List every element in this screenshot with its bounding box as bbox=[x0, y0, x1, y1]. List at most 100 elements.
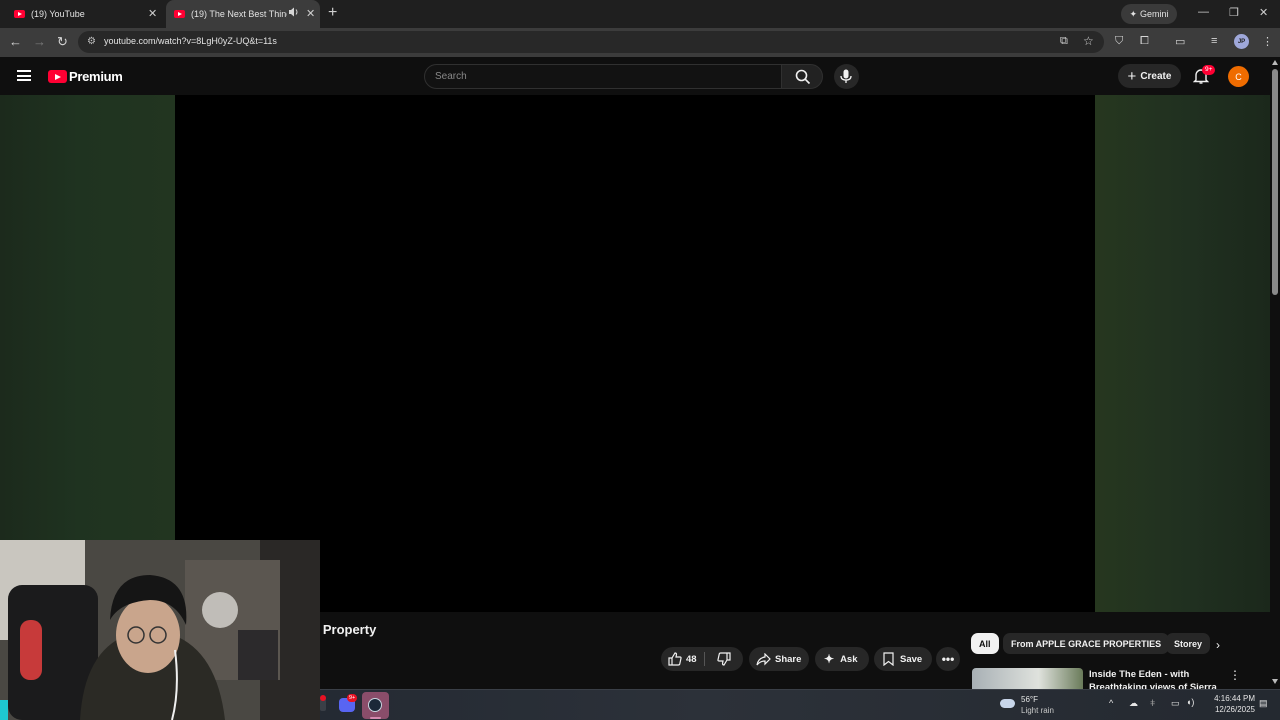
search-icon bbox=[795, 69, 811, 85]
scrollbar-thumb[interactable] bbox=[1272, 69, 1278, 295]
more-horizontal-icon: ••• bbox=[941, 652, 955, 666]
ask-label: Ask bbox=[840, 653, 858, 665]
hamburger-menu-icon[interactable] bbox=[17, 70, 31, 81]
notification-center-icon[interactable]: ▤ bbox=[1259, 698, 1268, 709]
restore-window-button[interactable]: ❐ bbox=[1229, 6, 1239, 19]
more-menu-icon[interactable]: ⋮ bbox=[1262, 35, 1273, 48]
dislike-button[interactable] bbox=[705, 647, 743, 671]
show-hidden-icons-chevron-icon[interactable]: ^ bbox=[1109, 698, 1113, 708]
recommendation-thumbnail[interactable] bbox=[972, 668, 1083, 689]
more-actions-button[interactable]: ••• bbox=[936, 647, 960, 671]
gemini-label: Gemini bbox=[1140, 9, 1169, 19]
volume-icon[interactable]: ◖) bbox=[1186, 697, 1194, 707]
reload-icon[interactable]: ↻ bbox=[57, 34, 68, 50]
steam-logo bbox=[368, 698, 382, 712]
search-placeholder: Search bbox=[435, 71, 467, 82]
sparkle-icon: ✦ bbox=[824, 652, 835, 666]
clock-time: 4:16:44 PM bbox=[1214, 694, 1255, 703]
save-label: Save bbox=[900, 653, 923, 665]
site-info-icon[interactable]: ⚙ bbox=[87, 36, 96, 47]
search-button[interactable] bbox=[781, 64, 823, 89]
voice-search-button[interactable] bbox=[834, 64, 859, 89]
logo-text: Premium bbox=[69, 69, 123, 84]
minimize-window-button[interactable]: — bbox=[1198, 6, 1209, 18]
like-button[interactable]: 48 bbox=[661, 647, 704, 671]
recommendation-menu-icon[interactable]: ⋮ bbox=[1229, 668, 1241, 682]
ambient-glow-right bbox=[1095, 95, 1270, 612]
tab-title: (19) YouTube bbox=[31, 9, 85, 19]
shield-extension-icon[interactable]: ⛉ bbox=[1115, 35, 1123, 48]
url-text[interactable]: youtube.com/watch?v=8LgH0yZ-UQ&t=11s bbox=[104, 36, 277, 46]
close-tab-icon[interactable]: ✕ bbox=[148, 7, 157, 20]
weather-widget[interactable]: 56°F Light rain bbox=[1000, 693, 1090, 717]
weather-description: Light rain bbox=[1021, 706, 1054, 715]
ask-button[interactable]: ✦ Ask bbox=[815, 647, 869, 671]
address-bar[interactable]: ⚙ youtube.com/watch?v=8LgH0yZ-UQ&t=11s ⧉… bbox=[78, 31, 1104, 53]
browser-toolbar: ← → ↻ ⚙ youtube.com/watch?v=8LgH0yZ-UQ&t… bbox=[0, 28, 1280, 57]
youtube-favicon-icon bbox=[174, 10, 185, 18]
close-tab-icon[interactable]: ✕ bbox=[306, 7, 315, 20]
webcam-overlay bbox=[0, 540, 320, 720]
clock[interactable]: 4:16:44 PM 12/26/2025 bbox=[1205, 694, 1255, 714]
related-filter-chips: All From APPLE GRACE PROPERTIES Storey bbox=[971, 633, 1240, 655]
scroll-up-arrow-icon[interactable] bbox=[1272, 60, 1278, 65]
profile-initials: JP bbox=[1237, 38, 1246, 45]
youtube-premium-logo[interactable]: Premium bbox=[48, 69, 123, 84]
install-app-icon[interactable]: ⧉ bbox=[1060, 35, 1068, 48]
like-dislike-group: 48 bbox=[661, 647, 743, 671]
plus-icon: + bbox=[1127, 67, 1137, 85]
tab-current-video[interactable]: (19) The Next Best Thing! S ✕ bbox=[166, 0, 320, 28]
ambient-glow-left bbox=[0, 95, 175, 612]
cast-icon[interactable]: ▭ bbox=[1175, 35, 1185, 48]
thumbs-up-icon bbox=[668, 652, 682, 666]
back-arrow-icon[interactable]: ← bbox=[9, 34, 22, 50]
youtube-favicon-icon bbox=[14, 10, 25, 18]
chevron-right-icon[interactable]: › bbox=[1216, 638, 1220, 652]
save-button[interactable]: Save bbox=[874, 647, 932, 671]
search-input[interactable]: Search bbox=[424, 64, 782, 89]
notification-dot bbox=[320, 695, 326, 701]
video-title: y Property bbox=[312, 622, 377, 637]
avatar-letter: C bbox=[1235, 71, 1242, 82]
notification-count-badge: 9+ bbox=[1202, 65, 1216, 75]
windows-taskbar: 9+ 56°F Light rain ^ ☁ ǂ ▭ ◖) 4:16:44 PM… bbox=[320, 689, 1280, 720]
chip-storey[interactable]: Storey bbox=[1166, 633, 1211, 654]
create-label: Create bbox=[1140, 70, 1172, 82]
profile-avatar[interactable]: JP bbox=[1234, 34, 1249, 49]
microphone-icon bbox=[840, 69, 852, 83]
network-icon[interactable]: ▭ bbox=[1171, 698, 1180, 709]
chip-from-channel[interactable]: From APPLE GRACE PROPERTIES bbox=[1003, 633, 1170, 654]
bookmark-star-icon[interactable]: ☆ bbox=[1083, 34, 1094, 48]
scroll-down-arrow-icon[interactable] bbox=[1272, 679, 1278, 684]
steam-icon[interactable] bbox=[362, 692, 389, 719]
gemini-button[interactable]: ✦ Gemini bbox=[1121, 4, 1177, 24]
taskbar-app-icon[interactable] bbox=[320, 695, 326, 711]
rain-cloud-icon bbox=[1000, 699, 1015, 708]
forward-arrow-icon[interactable]: → bbox=[33, 34, 46, 50]
tab-youtube-home[interactable]: (19) YouTube ✕ bbox=[6, 0, 164, 28]
video-player[interactable] bbox=[175, 95, 1095, 612]
sparkle-icon: ✦ bbox=[1129, 8, 1138, 19]
recommendation-title[interactable]: Inside The Eden - with Breathtaking view… bbox=[1089, 668, 1219, 689]
extensions-puzzle-icon[interactable]: ⧠ bbox=[1140, 35, 1149, 48]
speaker-audio-icon[interactable] bbox=[288, 6, 300, 20]
close-window-button[interactable]: ✕ bbox=[1259, 6, 1268, 19]
browser-tab-strip: (19) YouTube ✕ (19) The Next Best Thing!… bbox=[0, 0, 1280, 28]
chip-all[interactable]: All bbox=[971, 633, 999, 654]
media-controls-icon[interactable]: ≡ bbox=[1211, 35, 1217, 47]
new-tab-button[interactable]: + bbox=[328, 5, 337, 21]
account-avatar[interactable]: C bbox=[1228, 66, 1249, 87]
weather-temperature: 56°F bbox=[1021, 695, 1038, 704]
clock-date: 12/26/2025 bbox=[1214, 705, 1255, 714]
page-scrollbar[interactable] bbox=[1270, 57, 1280, 689]
microphone-tray-icon[interactable]: ǂ bbox=[1150, 698, 1155, 708]
onedrive-cloud-icon[interactable]: ☁ bbox=[1129, 698, 1138, 709]
discord-icon[interactable]: 9+ bbox=[339, 694, 358, 712]
share-arrow-icon bbox=[756, 652, 771, 665]
youtube-play-icon bbox=[48, 70, 67, 83]
webcam-feed-image bbox=[0, 540, 320, 720]
share-button[interactable]: Share bbox=[749, 647, 809, 671]
active-app-indicator bbox=[370, 717, 381, 719]
tab-title: (19) The Next Best Thing! S bbox=[191, 9, 287, 19]
create-button[interactable]: + Create bbox=[1118, 64, 1181, 88]
